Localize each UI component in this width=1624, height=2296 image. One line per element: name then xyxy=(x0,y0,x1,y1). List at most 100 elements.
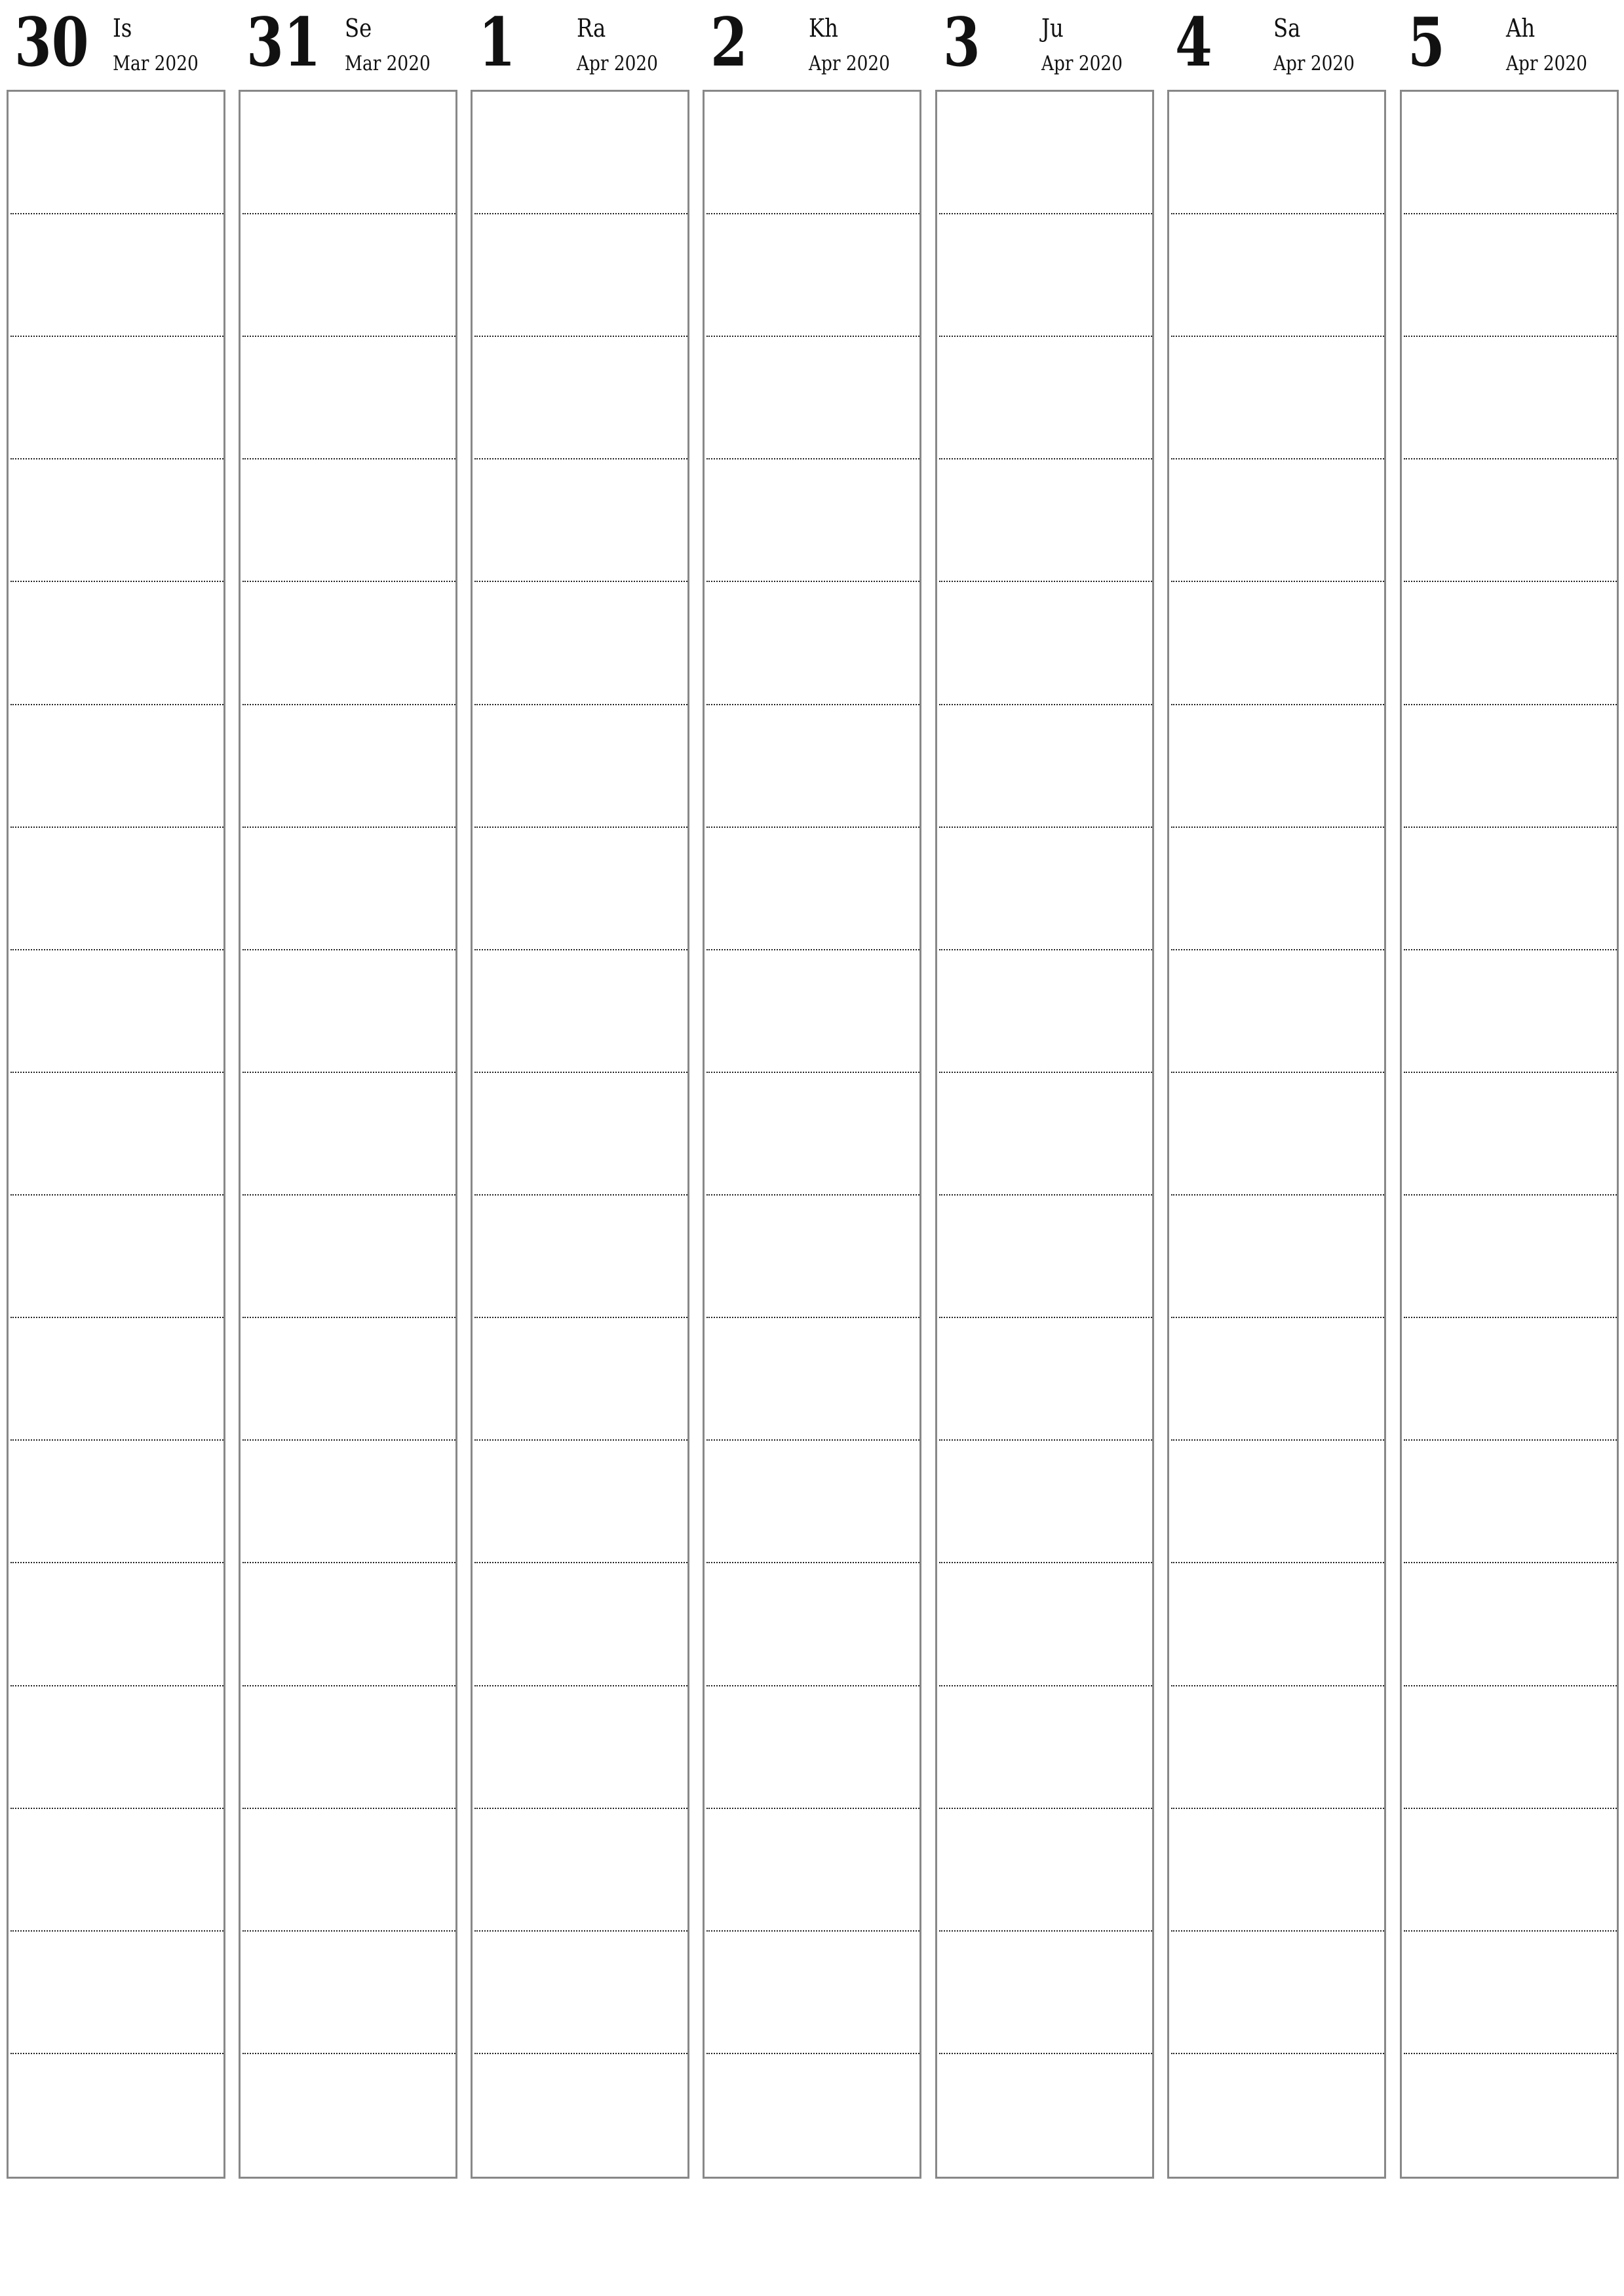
time-slot xyxy=(9,828,223,950)
day-schedule-box xyxy=(1167,90,1386,2179)
time-slot xyxy=(1402,92,1617,215)
day-schedule-box xyxy=(703,90,921,2179)
month-year-label: Apr 2020 xyxy=(809,52,890,75)
time-slot xyxy=(1402,459,1617,583)
time-slot xyxy=(705,1318,919,1441)
day-schedule-box xyxy=(1400,90,1619,2179)
time-slot xyxy=(473,2054,687,2177)
time-slot xyxy=(473,1686,687,1809)
time-slot xyxy=(937,1441,1152,1564)
day-column: 4 Sa Apr 2020 xyxy=(1167,0,1389,2183)
time-slot xyxy=(241,1809,455,1932)
day-column: 31 Se Mar 2020 xyxy=(239,0,460,2183)
time-slot xyxy=(1169,459,1384,583)
day-column: 2 Kh Apr 2020 xyxy=(703,0,924,2183)
weekday-label: Is xyxy=(113,14,132,43)
time-slot xyxy=(1402,582,1617,705)
time-slot xyxy=(937,2054,1152,2177)
time-slot xyxy=(1169,582,1384,705)
time-slot xyxy=(473,1932,687,2054)
time-slot xyxy=(241,828,455,950)
time-slot xyxy=(9,1073,223,1196)
time-slot xyxy=(9,1809,223,1932)
time-slot xyxy=(473,92,687,215)
day-number: 4 xyxy=(1175,3,1212,82)
time-slot xyxy=(937,1809,1152,1932)
month-year-label: Apr 2020 xyxy=(1273,52,1355,75)
time-slot xyxy=(1402,1686,1617,1809)
time-slot xyxy=(241,1686,455,1809)
time-slot xyxy=(705,459,919,583)
time-slot xyxy=(1169,92,1384,215)
day-schedule-box xyxy=(239,90,457,2179)
time-slot xyxy=(241,214,455,338)
time-slot xyxy=(473,950,687,1073)
time-slot xyxy=(241,950,455,1073)
day-number: 30 xyxy=(14,3,89,82)
time-slot xyxy=(9,92,223,215)
weekday-label: Ah xyxy=(1506,14,1536,43)
day-number: 31 xyxy=(246,3,321,82)
day-column: 3 Ju Apr 2020 xyxy=(935,0,1157,2183)
month-year-label: Apr 2020 xyxy=(1506,52,1587,75)
time-slot xyxy=(1402,1809,1617,1932)
time-slot xyxy=(473,337,687,460)
time-slot xyxy=(1169,1686,1384,1809)
time-slot xyxy=(1169,337,1384,460)
time-slot xyxy=(241,459,455,583)
time-slot xyxy=(241,582,455,705)
day-schedule-box xyxy=(471,90,689,2179)
time-slot xyxy=(9,1563,223,1686)
time-slot xyxy=(705,2054,919,2177)
time-slot xyxy=(473,828,687,950)
time-slot xyxy=(241,92,455,215)
time-slot xyxy=(241,1196,455,1319)
day-column: 30 Is Mar 2020 xyxy=(7,0,228,2183)
time-slot xyxy=(1402,1073,1617,1196)
time-slot xyxy=(705,582,919,705)
time-slot xyxy=(705,1073,919,1196)
time-slot xyxy=(1402,214,1617,338)
time-slot xyxy=(9,1196,223,1319)
time-slot xyxy=(1402,1563,1617,1686)
time-slot xyxy=(1402,1318,1617,1441)
time-slot xyxy=(1169,828,1384,950)
time-slot xyxy=(9,337,223,460)
time-slot xyxy=(1169,1441,1384,1564)
day-schedule-box xyxy=(935,90,1154,2179)
time-slot xyxy=(1169,2054,1384,2177)
time-slot xyxy=(1169,1932,1384,2054)
time-slot xyxy=(9,459,223,583)
time-slot xyxy=(705,1932,919,2054)
time-slot xyxy=(1402,950,1617,1073)
time-slot xyxy=(241,1318,455,1441)
time-slot xyxy=(1402,1932,1617,2054)
time-slot xyxy=(1169,214,1384,338)
time-slot xyxy=(705,950,919,1073)
time-slot xyxy=(473,1809,687,1932)
time-slot xyxy=(937,214,1152,338)
time-slot xyxy=(241,1441,455,1564)
time-slot xyxy=(705,214,919,338)
time-slot xyxy=(937,1932,1152,2054)
time-slot xyxy=(473,1073,687,1196)
time-slot xyxy=(473,459,687,583)
time-slot xyxy=(9,950,223,1073)
time-slot xyxy=(9,1318,223,1441)
time-slot xyxy=(473,705,687,828)
month-year-label: Apr 2020 xyxy=(577,52,658,75)
time-slot xyxy=(705,705,919,828)
time-slot xyxy=(937,459,1152,583)
time-slot xyxy=(473,1196,687,1319)
time-slot xyxy=(937,828,1152,950)
time-slot xyxy=(9,214,223,338)
time-slot xyxy=(1402,1441,1617,1564)
weekday-label: Ju xyxy=(1041,14,1064,43)
time-slot xyxy=(9,2054,223,2177)
time-slot xyxy=(705,828,919,950)
time-slot xyxy=(1169,1073,1384,1196)
time-slot xyxy=(705,1196,919,1319)
time-slot xyxy=(1169,1318,1384,1441)
weekday-label: Ra xyxy=(577,14,606,43)
time-slot xyxy=(1169,1196,1384,1319)
